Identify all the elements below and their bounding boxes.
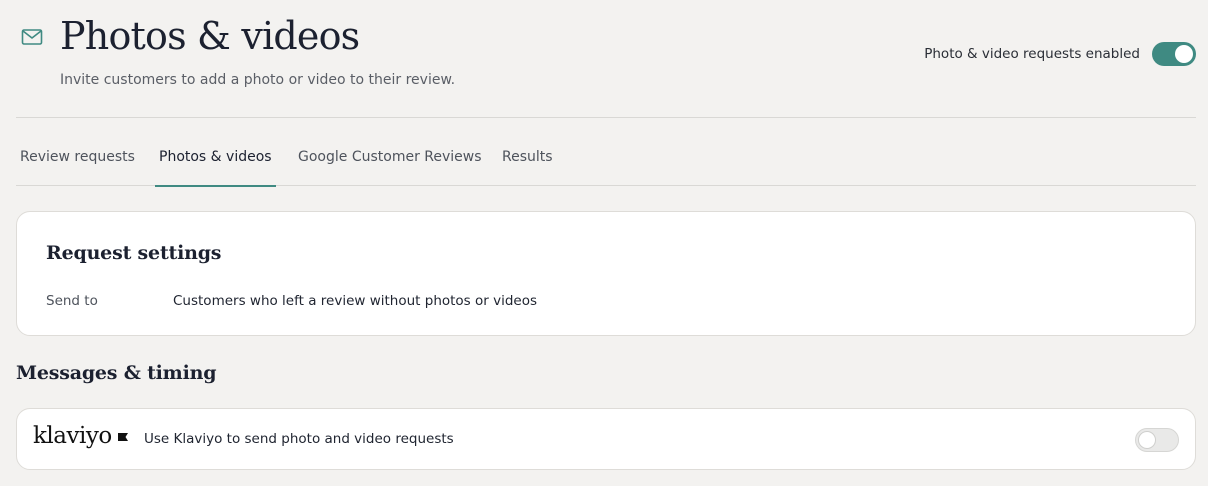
requests-enabled-label: Photo & video requests enabled (924, 46, 1140, 62)
page-header: Photos & videos Invite customers to add … (0, 0, 1208, 118)
klaviyo-description: Use Klaviyo to send photo and video requ… (144, 431, 454, 447)
messages-timing-title: Messages & timing (16, 362, 217, 384)
klaviyo-card: klaviyo Use Klaviyo to send photo and vi… (16, 408, 1196, 470)
requests-enabled-toggle[interactable] (1152, 42, 1196, 66)
page-title: Photos & videos (60, 14, 360, 58)
tab-photos-videos[interactable]: Photos & videos (155, 118, 276, 187)
send-to-value: Customers who left a review without phot… (173, 293, 538, 309)
request-settings-title: Request settings (46, 242, 222, 264)
tab-bar: Review requests Photos & videos Google C… (16, 118, 1196, 187)
send-to-label: Send to (46, 293, 98, 309)
page-subtitle: Invite customers to add a photo or video… (60, 72, 456, 88)
mail-icon (20, 25, 44, 49)
tab-review-requests[interactable]: Review requests (16, 118, 139, 186)
photos-videos-page: Photos & videos Invite customers to add … (0, 0, 1208, 486)
request-settings-card: Request settings Send to Customers who l… (16, 211, 1196, 336)
tab-results[interactable]: Results (498, 118, 557, 186)
klaviyo-toggle[interactable] (1135, 428, 1179, 452)
klaviyo-logo: klaviyo (33, 423, 112, 449)
toggle-knob (1175, 45, 1193, 63)
tab-google-customer-reviews[interactable]: Google Customer Reviews (294, 118, 486, 186)
klaviyo-flag-icon (118, 426, 128, 441)
toggle-knob (1138, 431, 1156, 449)
